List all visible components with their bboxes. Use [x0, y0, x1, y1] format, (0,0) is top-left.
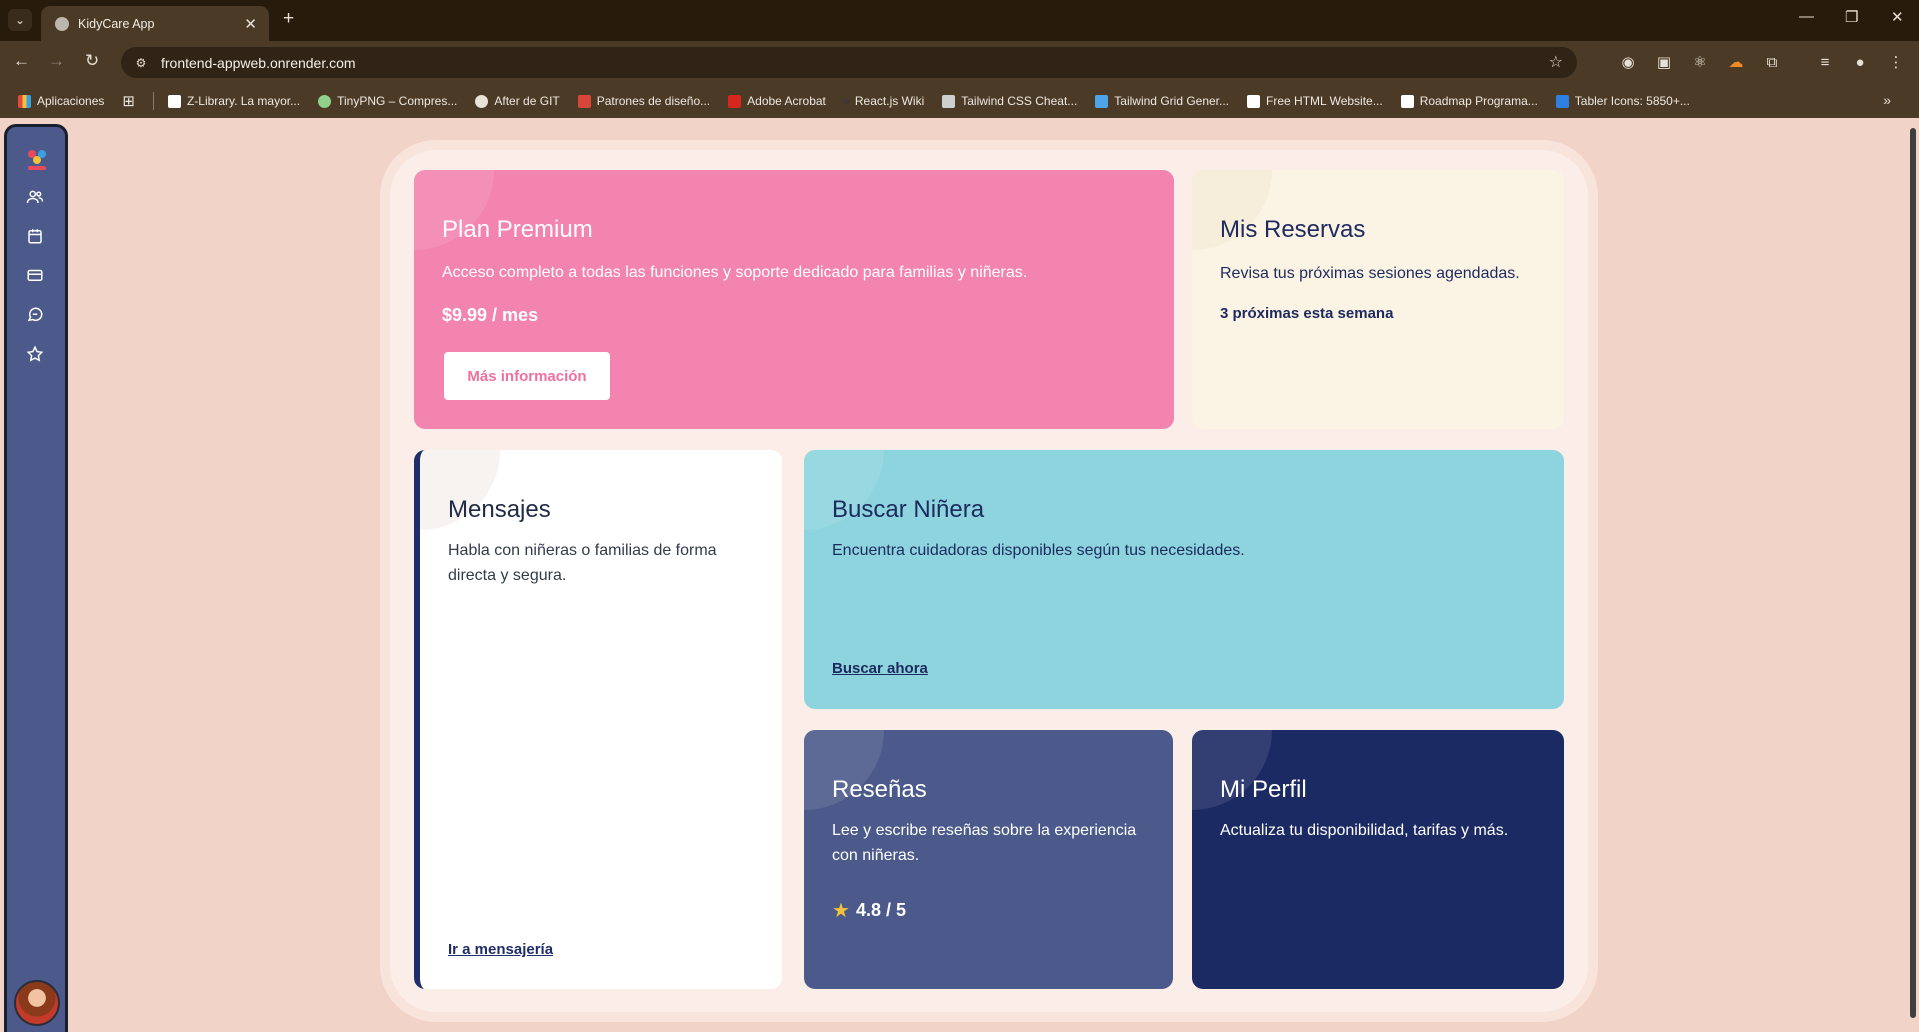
app-sidebar	[4, 124, 68, 1032]
grammarly-extension-icon[interactable]: ◉	[1618, 52, 1638, 72]
url-text: frontend-appweb.onrender.com	[161, 54, 356, 71]
plan-price: $9.99 / mes	[442, 305, 539, 325]
tab-search-button[interactable]: ⌄	[8, 9, 32, 31]
card-title: Mi Perfil	[1220, 776, 1307, 803]
back-button[interactable]: ←	[13, 51, 30, 71]
acrobat-icon	[728, 94, 742, 108]
close-window-button[interactable]: ✕	[1891, 8, 1904, 26]
bookmark-patrones[interactable]: Patrones de diseño...	[577, 94, 710, 108]
cloud-extension-icon[interactable]: ☁	[1726, 52, 1746, 72]
card-title: Mensajes	[448, 496, 551, 523]
browser-toolbar: ← → ↻ ⚙ frontend-appweb.onrender.com ☆ ◉…	[0, 41, 1919, 84]
messages-card: Mensajes Habla con niñeras o familias de…	[414, 450, 782, 989]
my-bookings-card[interactable]: Mis Reservas Revisa tus próximas sesione…	[1192, 170, 1564, 429]
bookmark-react-wiki[interactable]: React.js Wiki	[843, 94, 924, 108]
react-wiki-icon	[843, 98, 849, 104]
bookmark-star-icon[interactable]: ☆	[1549, 52, 1563, 72]
bookmark-adobe-acrobat[interactable]: Adobe Acrobat	[728, 94, 826, 108]
premium-plan-card: Plan Premium Acceso completo a todas las…	[414, 170, 1174, 429]
tabler-icon	[1555, 94, 1569, 108]
star-icon[interactable]	[23, 342, 47, 366]
upcoming-count: 3 próximas esta semana	[1220, 305, 1394, 322]
users-icon[interactable]	[23, 185, 47, 209]
bookmark-tinypng[interactable]: TinyPNG – Compres...	[318, 94, 457, 108]
tinypng-icon	[318, 94, 332, 108]
react-devtools-icon[interactable]: ⚛	[1690, 52, 1710, 72]
card-description: Revisa tus próximas sesiones agendadas.	[1220, 265, 1520, 282]
card-description: Encuentra cuidadoras disponibles según t…	[832, 542, 1245, 559]
bookmark-separator	[152, 92, 154, 110]
rating-display: ★ 4.8 / 5	[832, 898, 906, 923]
card-title: Mis Reservas	[1220, 216, 1366, 243]
reload-button[interactable]: ↻	[85, 51, 99, 71]
new-tab-button[interactable]: +	[283, 8, 294, 30]
page-viewport: Plan Premium Acceso completo a todas las…	[0, 118, 1919, 1032]
minimize-button[interactable]: —	[1799, 8, 1814, 25]
extension-icon[interactable]: ▣	[1654, 52, 1674, 72]
card-description: Acceso completo a todas las funciones y …	[442, 264, 1028, 281]
star-icon: ★	[832, 900, 850, 922]
site-info-icon[interactable]: ⚙	[133, 55, 149, 71]
browser-tabstrip: ⌄ KidyCare App ✕ + — ❐ ✕	[0, 0, 1919, 41]
apps-grid-icon	[18, 94, 31, 108]
reviews-card[interactable]: Reseñas Lee y escribe reseñas sobre la e…	[804, 730, 1173, 989]
search-now-link[interactable]: Buscar ahora	[832, 660, 928, 677]
patterns-icon	[577, 94, 591, 108]
dashboard-board: Plan Premium Acceso completo a todas las…	[390, 150, 1588, 1012]
find-nanny-card: Buscar Niñera Encuentra cuidadoras dispo…	[804, 450, 1564, 709]
messages-icon[interactable]	[23, 303, 47, 327]
roadmap-icon	[1400, 94, 1414, 108]
bookmark-after-git[interactable]: After de GIT	[475, 94, 560, 108]
my-profile-card[interactable]: Mi Perfil Actualiza tu disponibilidad, t…	[1192, 730, 1564, 989]
more-info-button[interactable]: Más información	[444, 352, 610, 400]
bookmark-tailwind-cheat[interactable]: Tailwind CSS Cheat...	[942, 94, 1077, 108]
html-icon	[1247, 94, 1261, 108]
tailwind-cheatsheet-icon	[942, 94, 956, 108]
go-to-messaging-link[interactable]: Ir a mensajería	[448, 941, 553, 958]
user-avatar[interactable]	[14, 980, 60, 1026]
tab-title: KidyCare App	[78, 16, 155, 31]
page-scrollbar[interactable]	[1907, 118, 1919, 1032]
card-description: Habla con niñeras o familias de forma di…	[448, 542, 717, 584]
calendar-icon[interactable]	[23, 224, 47, 248]
card-title: Buscar Niñera	[832, 496, 985, 523]
extensions-puzzle-icon[interactable]: ⧉	[1762, 52, 1782, 72]
close-tab-icon[interactable]: ✕	[244, 15, 257, 33]
bookmark-tailwind-grid[interactable]: Tailwind Grid Gener...	[1095, 94, 1229, 108]
browser-tab[interactable]: KidyCare App ✕	[41, 6, 269, 41]
zlibrary-icon	[167, 94, 181, 108]
forward-button[interactable]: →	[48, 51, 65, 71]
tab-groups-icon[interactable]: ⊞	[122, 92, 135, 110]
tailwind-grid-icon	[1095, 94, 1109, 108]
more-bookmarks-icon[interactable]: »	[1883, 92, 1891, 108]
scrollbar-thumb[interactable]	[1910, 128, 1916, 1018]
card-title: Plan Premium	[442, 216, 593, 243]
globe-icon	[475, 94, 489, 108]
reading-list-icon[interactable]: ≡	[1815, 52, 1835, 72]
restore-button[interactable]: ❐	[1845, 8, 1858, 26]
address-bar[interactable]: ⚙ frontend-appweb.onrender.com ☆	[121, 47, 1577, 78]
bookmark-roadmap[interactable]: Roadmap Programa...	[1400, 94, 1538, 108]
browser-menu-icon[interactable]: ⋮	[1886, 52, 1906, 72]
profile-avatar-icon[interactable]: ●	[1850, 52, 1870, 72]
rating-value: 4.8 / 5	[855, 900, 906, 920]
bookmark-tabler-icons[interactable]: Tabler Icons: 5850+...	[1555, 94, 1690, 108]
kidycare-logo[interactable]	[22, 145, 52, 175]
bookmark-aplicaciones[interactable]: Aplicaciones	[18, 94, 104, 108]
card-description: Lee y escribe reseñas sobre la experienc…	[832, 822, 1137, 864]
card-title: Reseñas	[832, 776, 927, 803]
bookmarks-bar: Aplicaciones ⊞ Z-Library. La mayor... Ti…	[0, 84, 1919, 118]
card-description: Actualiza tu disponibilidad, tarifas y m…	[1220, 822, 1509, 839]
bookmark-free-html[interactable]: Free HTML Website...	[1247, 94, 1383, 108]
bookmark-zlibrary[interactable]: Z-Library. La mayor...	[167, 94, 300, 108]
globe-icon	[55, 16, 69, 31]
credit-card-icon[interactable]	[23, 263, 47, 287]
